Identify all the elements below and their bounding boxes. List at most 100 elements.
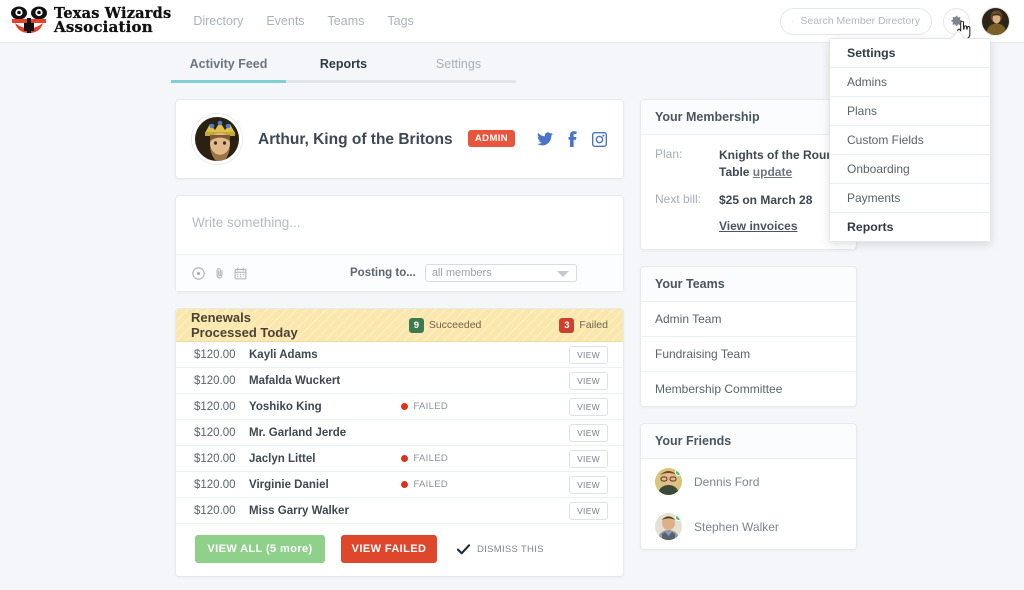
table-row: $120.00 Virginie Daniel FAILED VIEW [176,472,623,498]
renewals-title: Renewals Processed Today [191,310,298,340]
membership-body: Plan: Knights of the Round Table update … [641,135,856,249]
facebook-icon[interactable] [567,131,578,147]
succeeded-count-badge: 9 [408,317,424,333]
succeeded-stat: 9 Succeeded [408,317,481,333]
wizard-mask-logo-icon [11,6,47,33]
renewal-member-name[interactable]: Kayli Adams [249,349,318,361]
tab-reports[interactable]: Reports [286,57,401,83]
view-all-button[interactable]: VIEW ALL (5 more) [195,535,325,563]
next-bill-value: $25 on March 28 [719,192,813,207]
view-button[interactable]: VIEW [569,475,608,494]
status-badge: FAILED [401,479,448,490]
status-badge: FAILED [401,453,448,464]
view-button[interactable]: VIEW [569,371,608,390]
dismiss-this-button[interactable]: DISMISS THIS [457,544,544,555]
view-button[interactable]: VIEW [569,501,608,520]
tab-settings[interactable]: Settings [401,57,516,83]
failed-count-badge: 3 [559,317,575,333]
friend-avatar [655,513,682,541]
nav-link-teams[interactable]: Teams [328,14,365,28]
failed-label: Failed [579,319,608,331]
renewal-member-name[interactable]: Yoshiko King [249,401,322,413]
user-avatar-image [982,7,1009,35]
failed-dot-icon [401,455,409,462]
profile-avatar[interactable] [192,114,242,164]
menu-item-reports[interactable]: Reports [830,213,990,241]
nav-link-tags[interactable]: Tags [387,14,413,28]
renewal-amount: $120.00 [194,426,236,439]
menu-item-custom-fields[interactable]: Custom Fields [830,126,990,155]
renewal-member-name[interactable]: Jaclyn Littel [249,453,315,465]
compose-textarea[interactable]: Write something... [176,196,623,254]
settings-dropdown-menu: Settings Admins Plans Custom Fields Onbo… [829,38,991,242]
search-icon [792,20,794,22]
nav-right-group: Search Member Directory [780,6,1010,40]
calendar-icon[interactable] [234,267,247,280]
renewal-member-name[interactable]: Miss Garry Walker [249,505,349,517]
search-input[interactable]: Search Member Directory [780,7,932,35]
view-invoices-link[interactable]: View invoices [719,219,842,233]
menu-item-plans[interactable]: Plans [830,97,990,126]
compose-post-card: Write something... Posting to... all mem… [175,195,624,292]
view-failed-button[interactable]: VIEW FAILED [341,535,437,563]
failed-dot-icon [401,481,409,488]
paperclip-icon[interactable] [213,267,226,280]
friend-avatar [655,468,682,496]
renewal-member-name[interactable]: Mr. Garland Jerde [249,427,346,439]
menu-item-settings[interactable]: Settings [830,39,990,68]
renewal-member-name[interactable]: Virginie Daniel [249,479,329,491]
online-status-dot [675,469,682,477]
list-item[interactable]: Stephen Walker [641,504,856,549]
renewals-actions: VIEW ALL (5 more) VIEW FAILED DISMISS TH… [176,524,623,576]
friend-name: Dennis Ford [694,474,760,489]
view-button[interactable]: VIEW [569,449,608,468]
membership-plan-row: Plan: Knights of the Round Table update [655,147,842,182]
list-item[interactable]: Dennis Ford [641,459,856,504]
profile-name: Arthur, King of the Britons ADMIN [258,129,516,149]
table-row: $120.00 Jaclyn Littel FAILED VIEW [176,446,623,472]
profile-name-text: Arthur, King of the Britons [258,130,453,148]
view-button[interactable]: VIEW [569,345,608,364]
table-row: $120.00 Kayli Adams VIEW [176,342,623,368]
membership-next-bill-row: Next bill: $25 on March 28 [655,192,842,209]
search-placeholder-label: Search Member Directory [800,15,920,27]
twitter-icon[interactable] [537,132,553,146]
camera-icon[interactable] [192,266,205,280]
renewals-card: Renewals Processed Today 9 Succeeded 3 F… [175,308,624,577]
tab-activity-feed[interactable]: Activity Feed [171,57,286,83]
next-bill-label: Next bill: [655,191,702,206]
status-badge: FAILED [401,401,448,412]
failed-dot-icon [401,403,409,410]
plan-update-link[interactable]: update [753,165,792,179]
online-status-dot [675,514,682,522]
plan-value: Knights of the Round Table update [719,147,842,182]
view-button[interactable]: VIEW [569,423,608,442]
audience-selected-value: all members [431,267,492,279]
renewal-member-name[interactable]: Mafalda Wuckert [249,375,340,387]
membership-card: Your Membership Plan: Knights of the Rou… [640,99,857,251]
menu-item-payments[interactable]: Payments [830,184,990,213]
brand-line-2: Association [54,18,153,37]
failed-stat: 3 Failed [559,317,608,333]
friends-card: Your Friends Dennis Ford Stephen Walker [640,423,857,551]
view-button[interactable]: VIEW [569,397,608,416]
table-row: $120.00 Miss Garry Walker VIEW [176,498,623,524]
team-item-admin[interactable]: Admin Team [641,302,856,338]
audience-select[interactable]: all members [424,264,577,282]
nav-link-events[interactable]: Events [266,14,304,28]
menu-item-onboarding[interactable]: Onboarding [830,155,990,184]
user-avatar[interactable] [981,6,1010,36]
instagram-icon[interactable] [592,131,607,147]
menu-item-admins[interactable]: Admins [830,68,990,97]
status-text: FAILED [413,479,448,490]
team-item-fundraising[interactable]: Fundraising Team [641,337,856,373]
table-row: $120.00 Yoshiko King FAILED VIEW [176,394,623,420]
profile-header-card: Arthur, King of the Britons ADMIN [175,99,624,179]
social-links [537,131,607,147]
nav-link-directory[interactable]: Directory [193,14,243,28]
teams-title: Your Teams [641,267,856,303]
team-item-membership-committee[interactable]: Membership Committee [641,372,856,406]
brand-logo[interactable]: Texas Wizards Association [10,6,171,36]
chevron-down-icon [556,271,569,277]
check-icon [457,543,470,554]
